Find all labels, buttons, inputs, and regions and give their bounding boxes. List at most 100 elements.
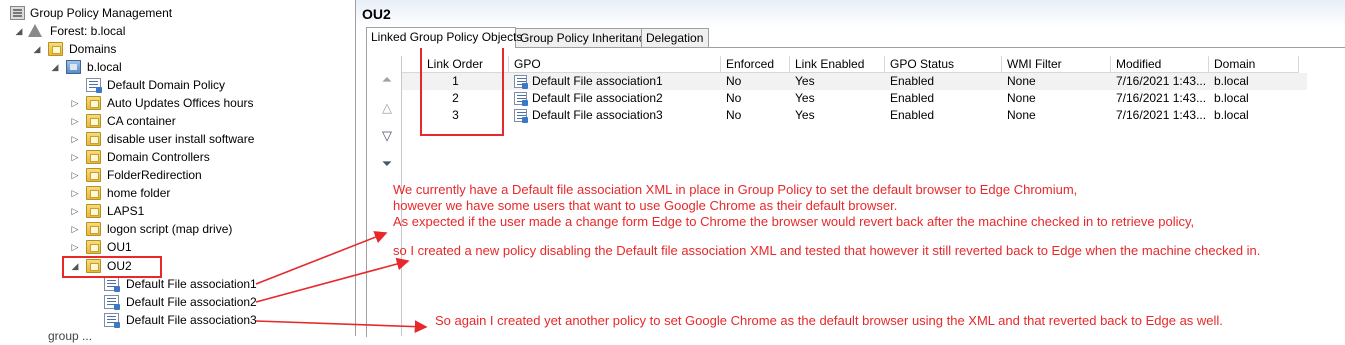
tree-item-label: Default File association2 [126, 295, 257, 309]
move-bottom-icon[interactable]: ⏷ [379, 156, 395, 172]
domain-cell: b.local [1214, 108, 1249, 122]
gpo-icon [514, 92, 528, 106]
tree-domain-label: b.local [87, 60, 122, 74]
wmi-filter-cell: None [1007, 74, 1036, 88]
folder-icon [86, 150, 101, 164]
tree-forest-label: Forest: b.local [50, 24, 126, 38]
gpo-status-cell: Enabled [890, 108, 935, 122]
column-header-link-enabled[interactable]: Link Enabled [790, 56, 885, 73]
gpo-cell: Default File association2 [509, 90, 721, 107]
folder-icon [86, 222, 101, 236]
page-title: OU2 [362, 6, 391, 22]
tree-item-label: home folder [107, 186, 171, 200]
column-header-gpo-status[interactable]: GPO Status [885, 56, 1002, 73]
enforced-cell: No [726, 91, 742, 105]
tree-item-label: Default Domain Policy [107, 78, 226, 92]
table-row[interactable]: 3 Default File association3 No Yes Enabl… [402, 107, 1307, 124]
tree-item-label: disable user install software [107, 132, 255, 146]
link-enabled-cell: Yes [795, 108, 815, 122]
expand-icon[interactable]: ▷ [70, 202, 80, 220]
ou2-highlight [62, 256, 162, 278]
domain-icon [66, 60, 81, 74]
tree-root-label: Group Policy Management [30, 6, 173, 20]
wmi-filter-cell: None [1007, 108, 1036, 122]
tree-item-label: FolderRedirection [107, 168, 202, 182]
expand-icon[interactable]: ▷ [70, 184, 80, 202]
link-enabled-cell: Yes [795, 91, 815, 105]
tree-item-label: Default File association3 [126, 313, 257, 327]
gpo-name: Default File association2 [532, 91, 663, 105]
tree-item-label: Domain Controllers [107, 150, 210, 164]
expand-icon[interactable]: ▷ [70, 166, 80, 184]
gpo-name: Default File association1 [532, 74, 663, 88]
folder-icon [48, 42, 63, 56]
gpo-icon [514, 109, 528, 123]
move-up-icon[interactable]: △ [379, 100, 395, 116]
expand-icon[interactable]: ▷ [70, 112, 80, 130]
folder-icon [86, 132, 101, 146]
tree-item-label: LAPS1 [107, 204, 145, 218]
wmi-filter-cell: None [1007, 91, 1036, 105]
domain-cell: b.local [1214, 74, 1249, 88]
gpo-link-icon [104, 277, 120, 292]
folder-icon [86, 186, 101, 200]
expand-icon[interactable]: ▷ [70, 238, 80, 256]
folder-icon [86, 240, 101, 254]
table-row[interactable]: 2 Default File association2 No Yes Enabl… [402, 90, 1307, 107]
collapse-icon[interactable]: ◢ [50, 58, 60, 76]
tab-linked-gpos[interactable]: Linked Group Policy Objects [366, 27, 522, 48]
annotation-line-5: So again I created yet another policy to… [435, 313, 1223, 328]
tab-delegation[interactable]: Delegation [641, 28, 709, 47]
enforced-cell: No [726, 108, 742, 122]
column-header-domain[interactable]: Domain [1209, 56, 1299, 73]
tree-item-label: group ... [48, 329, 93, 343]
modified-cell: 7/16/2021 1:43... [1116, 108, 1207, 122]
column-header-modified[interactable]: Modified [1111, 56, 1209, 73]
gpo-link-icon [86, 78, 102, 93]
tree-domains-label: Domains [69, 42, 117, 56]
tree-item-label: OU1 [107, 240, 132, 254]
gpo-status-cell: Enabled [890, 74, 935, 88]
move-top-icon[interactable]: ⏶ [379, 72, 395, 88]
gpo-link-icon [104, 313, 120, 328]
gpmc-icon [10, 6, 25, 20]
column-header-wmi-filter[interactable]: WMI Filter [1002, 56, 1111, 73]
folder-icon [86, 114, 101, 128]
tab-gpo-inheritance[interactable]: Group Policy Inheritance [515, 28, 651, 47]
tree-item-label: Auto Updates Offices hours [107, 96, 254, 110]
gpo-cell: Default File association1 [509, 73, 721, 90]
expand-icon[interactable]: ▷ [70, 148, 80, 166]
tree-item-label: CA container [107, 114, 176, 128]
expand-icon[interactable]: ▷ [70, 94, 80, 112]
annotation-line-1: We currently have a Default file associa… [393, 182, 1078, 197]
link-enabled-cell: Yes [795, 74, 815, 88]
modified-cell: 7/16/2021 1:43... [1116, 91, 1207, 105]
annotation-line-3: As expected if the user made a change fo… [393, 214, 1195, 229]
forest-icon [28, 24, 42, 37]
collapse-icon[interactable]: ◢ [14, 22, 24, 40]
folder-icon [86, 204, 101, 218]
expand-icon[interactable]: ▷ [70, 220, 80, 238]
gpo-cell: Default File association3 [509, 107, 721, 124]
gpo-icon [514, 75, 528, 89]
enforced-cell: No [726, 74, 742, 88]
annotation-line-2: however we have some users that want to … [393, 198, 898, 213]
gpo-status-cell: Enabled [890, 91, 935, 105]
console-tree: Group Policy Management ◢ Forest: b.loca… [0, 0, 356, 343]
column-header-gpo[interactable]: GPO [509, 56, 721, 73]
collapse-icon[interactable]: ◢ [32, 40, 42, 58]
table-row[interactable]: 1 Default File association1 No Yes Enabl… [402, 73, 1307, 90]
expand-icon[interactable]: ▷ [70, 130, 80, 148]
domain-cell: b.local [1214, 91, 1249, 105]
column-header-enforced[interactable]: Enforced [721, 56, 790, 73]
modified-cell: 7/16/2021 1:43... [1116, 74, 1207, 88]
annotation-line-4: so I created a new policy disabling the … [393, 243, 1261, 258]
move-down-icon[interactable]: ▽ [379, 128, 395, 144]
details-header [356, 0, 1345, 28]
details-pane: OU2 Linked Group Policy Objects Group Po… [356, 0, 1345, 337]
folder-icon [86, 168, 101, 182]
folder-icon [86, 96, 101, 110]
tree-item-label: logon script (map drive) [107, 222, 233, 236]
gpo-link-icon [104, 295, 120, 310]
link-order-highlight [420, 46, 504, 136]
